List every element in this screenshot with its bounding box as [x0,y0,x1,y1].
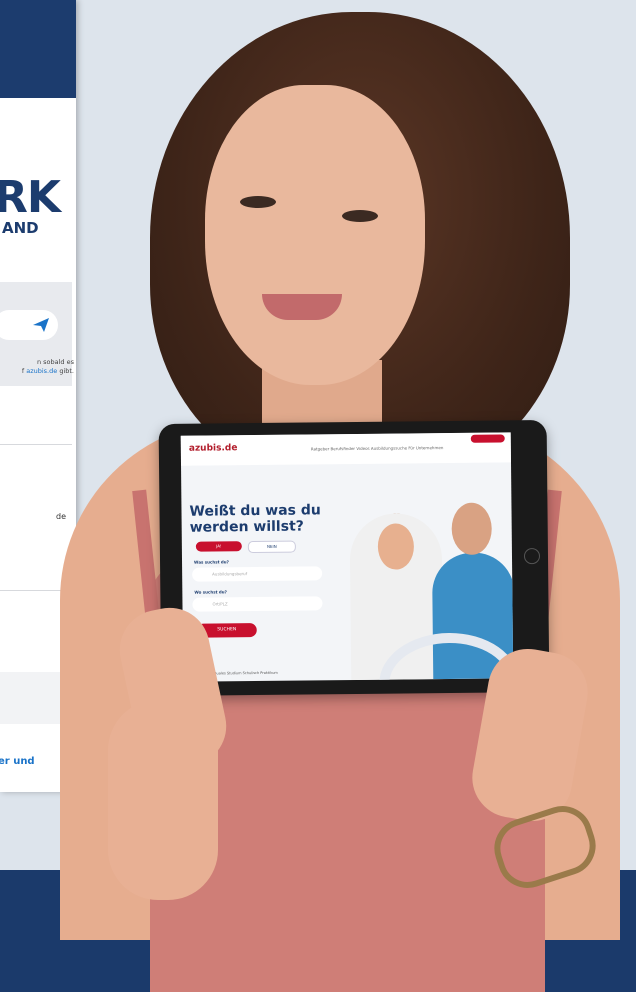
search-where-input[interactable]: Ort/PLZ [192,596,323,612]
person-face [205,85,425,385]
brand-subtitle: AND [2,219,39,237]
screen-boy-face [451,502,492,555]
site-logo[interactable]: azubis.de [189,443,238,454]
tablet-device: azubis.de Ratgeber Berufsfinder Videos A… [158,419,550,697]
hero-heading: Weißt du was du werden willst? [189,502,321,536]
brand-wordmark: RK [0,172,61,223]
screen-girl-face [377,523,415,570]
newsletter-note: n sobald es f azubis.de gibt. [0,358,74,376]
divider [0,444,72,445]
page-header-bar [0,0,76,98]
send-icon[interactable] [32,317,50,333]
toggle-no[interactable]: NEIN [247,540,296,554]
fragment-text: de [56,512,66,521]
search-where-placeholder: Ort/PLZ [212,601,228,607]
left-eye [240,196,276,208]
login-button[interactable] [470,434,505,443]
search-what-input[interactable]: Ausbildungsberuf [192,566,323,582]
newsletter-note-suffix: gibt. [57,367,74,375]
left-forearm [108,700,218,900]
newsletter-note-line1: n sobald es [36,358,74,366]
tablet-screen: azubis.de Ratgeber Berufsfinder Videos A… [180,432,514,682]
home-button-icon [523,548,541,565]
bottom-link[interactable]: er und [0,756,35,767]
toggle-yes[interactable]: JA! [195,541,242,552]
label-where: Wo suchst du? [194,589,227,595]
right-eye [342,210,378,222]
label-what: Was suchst du? [194,559,229,565]
search-what-placeholder: Ausbildungsberuf [212,571,248,577]
azubis-link[interactable]: azubis.de [26,367,57,375]
